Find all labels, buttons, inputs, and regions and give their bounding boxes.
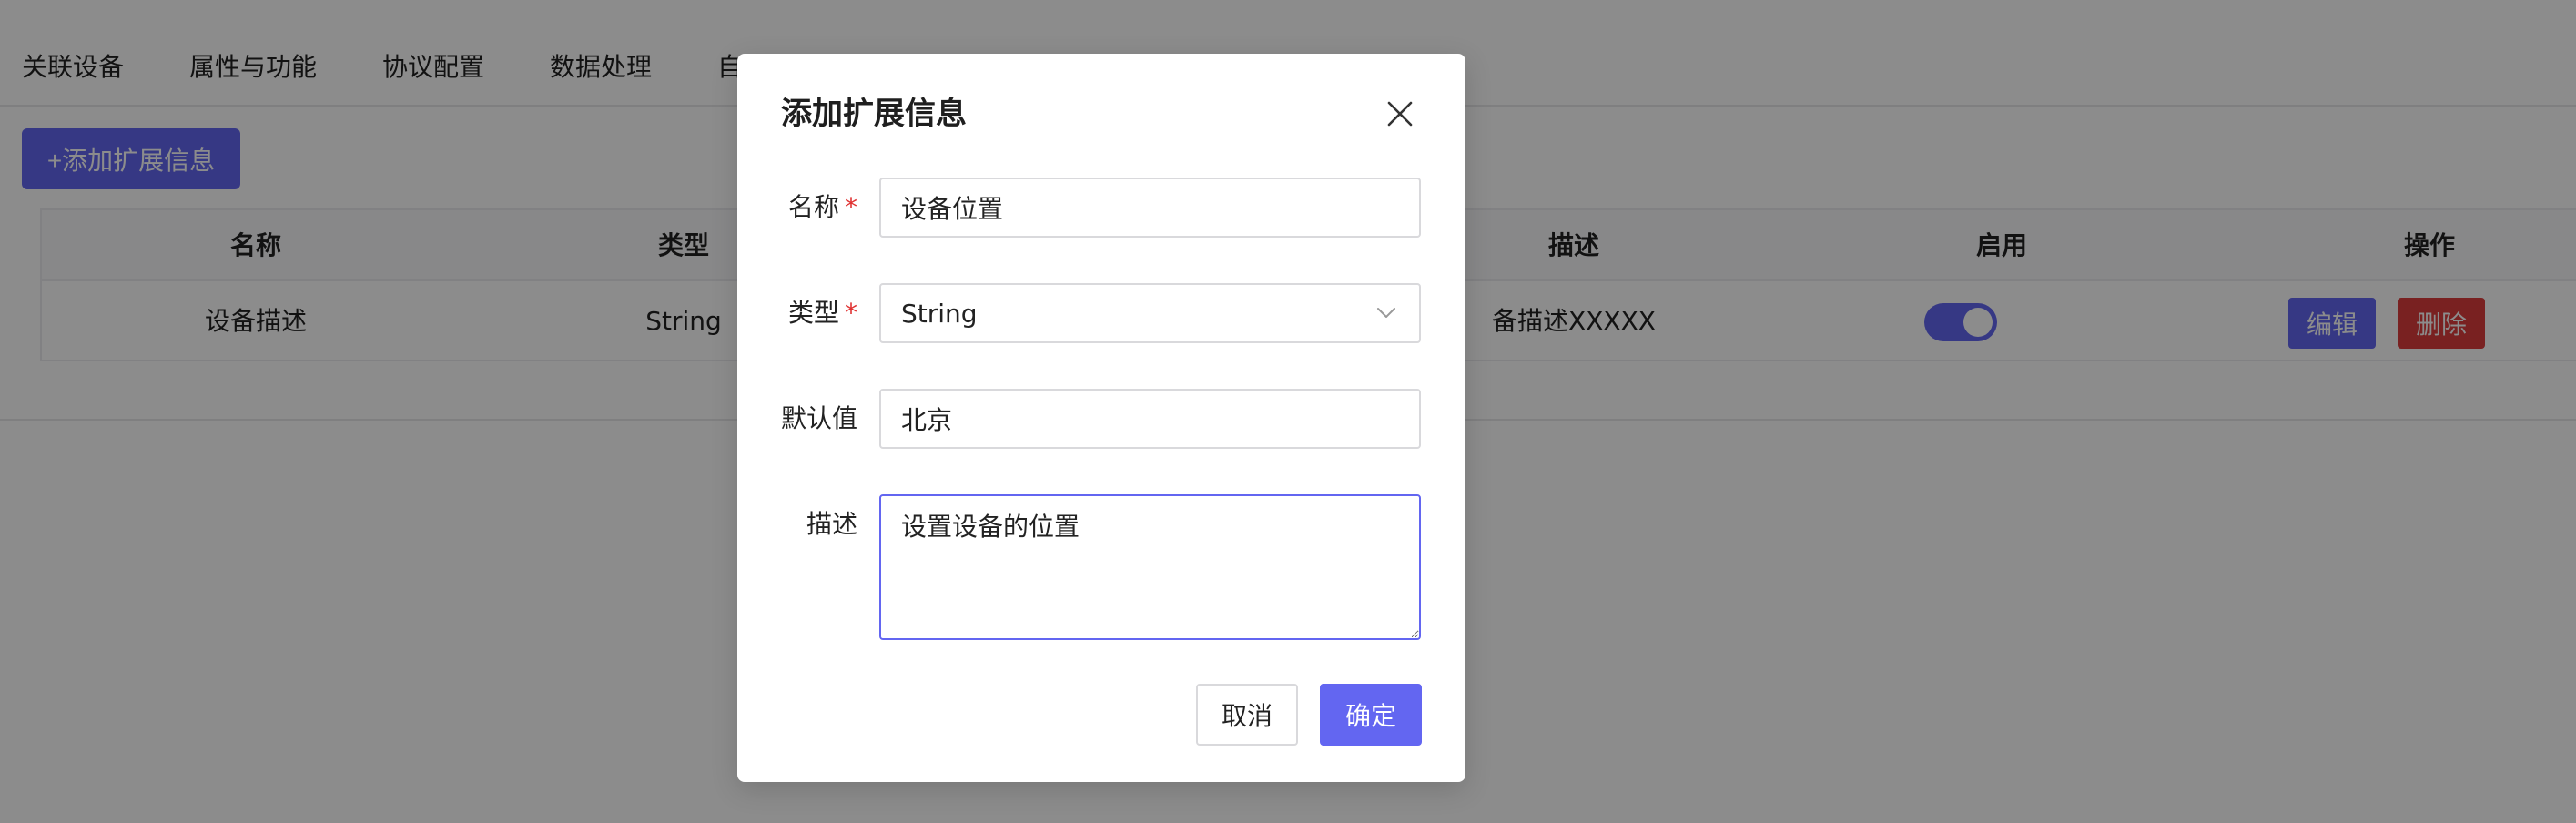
add-extension-dialog: 添加扩展信息 名称* 类型* String 默认值 描述 设置设备的位置 取消 …	[737, 54, 1465, 782]
required-mark: *	[845, 298, 857, 328]
default-value-label: 默认值	[780, 403, 857, 433]
default-value-input[interactable]	[879, 389, 1421, 449]
required-mark: *	[845, 192, 857, 222]
description-label: 描述	[806, 509, 857, 539]
description-textarea[interactable]: 设置设备的位置	[879, 494, 1421, 640]
name-input[interactable]	[879, 178, 1421, 238]
close-icon	[1387, 101, 1413, 127]
cancel-button[interactable]: 取消	[1196, 684, 1298, 746]
default-label-wrap: 默认值	[737, 389, 857, 449]
type-label: 类型 *	[737, 295, 857, 331]
type-label-wrap: 类型 *	[737, 283, 857, 343]
name-label-text: 名称	[787, 192, 839, 222]
type-label-text: 类型	[787, 298, 839, 328]
confirm-button[interactable]: 确定	[1320, 684, 1422, 746]
dialog-title: 添加扩展信息	[781, 96, 967, 132]
name-label-wrap: 名称 *	[737, 178, 857, 238]
close-button[interactable]	[1382, 96, 1418, 132]
name-label: 名称 *	[737, 189, 857, 226]
description-label-wrap: 描述	[737, 494, 857, 554]
type-select-value: String	[901, 298, 978, 329]
type-select[interactable]: String	[879, 283, 1421, 343]
chevron-down-icon	[1374, 300, 1399, 326]
